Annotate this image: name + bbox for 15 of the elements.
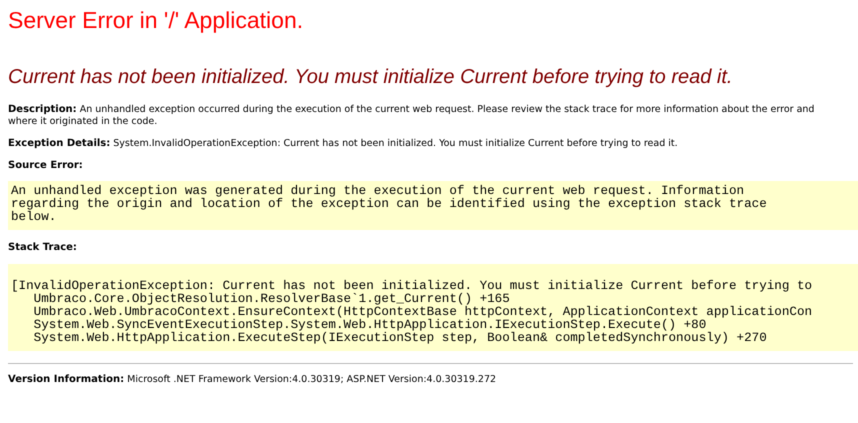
description-text: Description: An unhandled exception occurred during the execution of the current web request. Please review the stack trace for more information about the error and where it originated in the code. [8, 104, 816, 128]
code-line: An unhandled exception was generated during the execution of the current web request. Information [11, 185, 746, 198]
code-line: regarding the origin and location of the exception can be identified using the exception stack trace [11, 198, 768, 211]
code-line: Umbraco.Core.ObjectResolution.ResolverBase`1.get_Current() +165 [32, 293, 510, 306]
exception-details-text: Exception Details: System.InvalidOperationException: Current has not been initialized. You must initialize Current before trying to read it. [8, 138, 679, 150]
error-message: Current has not been initialized. You must initialize Current before trying to read it. [8, 65, 734, 90]
code-line: System.Web.HttpApplication.ExecuteStep(IExecutionStep step, Boolean& completedSynchronously) +270 [32, 332, 768, 345]
code-line: [InvalidOperationException: Current has not been initialized. You must initialize Current before trying to [11, 280, 814, 293]
version-info-text: Version Information: Microsoft .NET Framework Version:4.0.30319; ASP.NET Version:4.0.30319.272 [8, 374, 498, 386]
section-heading: Stack Trace: [8, 242, 78, 254]
code-line: Umbraco.Web.UmbracoContext.EnsureContext(HttpContextBase httpContext, ApplicationContext applicationCon [32, 306, 814, 319]
page-title: Server Error in '/' Application. [8, 6, 304, 34]
section-heading: Source Error: [8, 160, 84, 172]
code-line: System.Web.SyncEventExecutionStep.System.Web.HttpApplication.IExecutionStep.Execute() +80 [32, 319, 706, 332]
code-line: below. [11, 211, 58, 224]
